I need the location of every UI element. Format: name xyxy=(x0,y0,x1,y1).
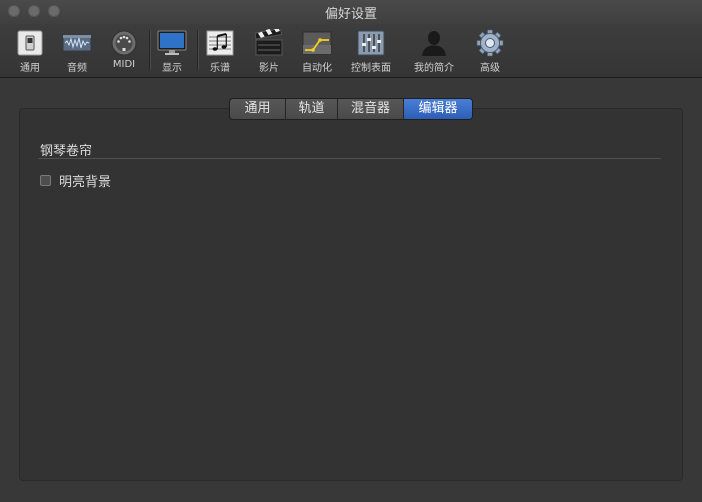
title-bar: 偏好设置 xyxy=(0,0,702,24)
waveform-icon xyxy=(62,34,92,52)
editor-tab-bar: 通用 轨道 混音器 编辑器 xyxy=(229,98,473,120)
toolbar-my-info[interactable]: 我的简介 xyxy=(414,26,454,74)
editors-panel xyxy=(19,108,683,481)
gear-icon xyxy=(476,29,504,57)
preferences-window: 偏好设置 通用 音频 MIDI 显示 乐谱 影片 自动化 控制表面 我的简介 高… xyxy=(0,0,702,502)
tab-editors[interactable]: 编辑器 xyxy=(404,99,472,119)
toolbar-automation-label: 自动化 xyxy=(302,63,332,74)
toolbar-display-label: 显示 xyxy=(162,63,182,74)
clapperboard-icon xyxy=(254,29,283,56)
piano-roll-section-title: 钢琴卷帘 xyxy=(40,144,93,159)
toolbar-general-label: 通用 xyxy=(20,63,40,74)
bright-background-label: 明亮背景 xyxy=(59,174,112,190)
toolbar-advanced[interactable]: 高级 xyxy=(475,26,505,74)
toolbar-control-surfaces[interactable]: 控制表面 xyxy=(351,26,391,74)
bright-background-option[interactable]: 明亮背景 xyxy=(40,172,112,190)
toolbar-audio-label: 音频 xyxy=(67,63,87,74)
preferences-toolbar: 通用 音频 MIDI 显示 乐谱 影片 自动化 控制表面 我的简介 高级 xyxy=(0,24,702,78)
tab-tracks[interactable]: 轨道 xyxy=(286,99,338,119)
bright-background-checkbox[interactable] xyxy=(40,174,51,186)
toolbar-control-surfaces-label: 控制表面 xyxy=(351,63,391,74)
automation-curve-icon xyxy=(302,31,332,55)
tab-mixer[interactable]: 混音器 xyxy=(338,99,404,119)
toolbar-score-label: 乐谱 xyxy=(210,63,230,74)
toolbar-advanced-label: 高级 xyxy=(480,63,500,74)
person-silhouette-icon xyxy=(422,31,446,56)
monitor-icon xyxy=(157,30,187,55)
toolbar-midi-label: MIDI xyxy=(112,59,136,70)
toolbar-movie-label: 影片 xyxy=(259,63,279,74)
music-notes-icon xyxy=(206,30,234,56)
toolbar-audio[interactable]: 音频 xyxy=(62,26,92,74)
toolbar-score[interactable]: 乐谱 xyxy=(205,26,235,74)
toolbar-display[interactable]: 显示 xyxy=(157,26,187,74)
toolbar-midi[interactable]: MIDI xyxy=(109,26,139,74)
window-title: 偏好设置 xyxy=(324,7,377,22)
toolbar-movie[interactable]: 影片 xyxy=(254,26,284,74)
toolbar-automation[interactable]: 自动化 xyxy=(302,26,332,74)
switch-icon xyxy=(17,30,43,56)
toolbar-my-info-label: 我的简介 xyxy=(414,63,454,74)
section-divider xyxy=(38,158,661,159)
faders-icon xyxy=(357,30,385,56)
toolbar-general[interactable]: 通用 xyxy=(14,26,46,74)
tab-general[interactable]: 通用 xyxy=(230,99,286,119)
midi-connector-icon xyxy=(111,30,137,56)
